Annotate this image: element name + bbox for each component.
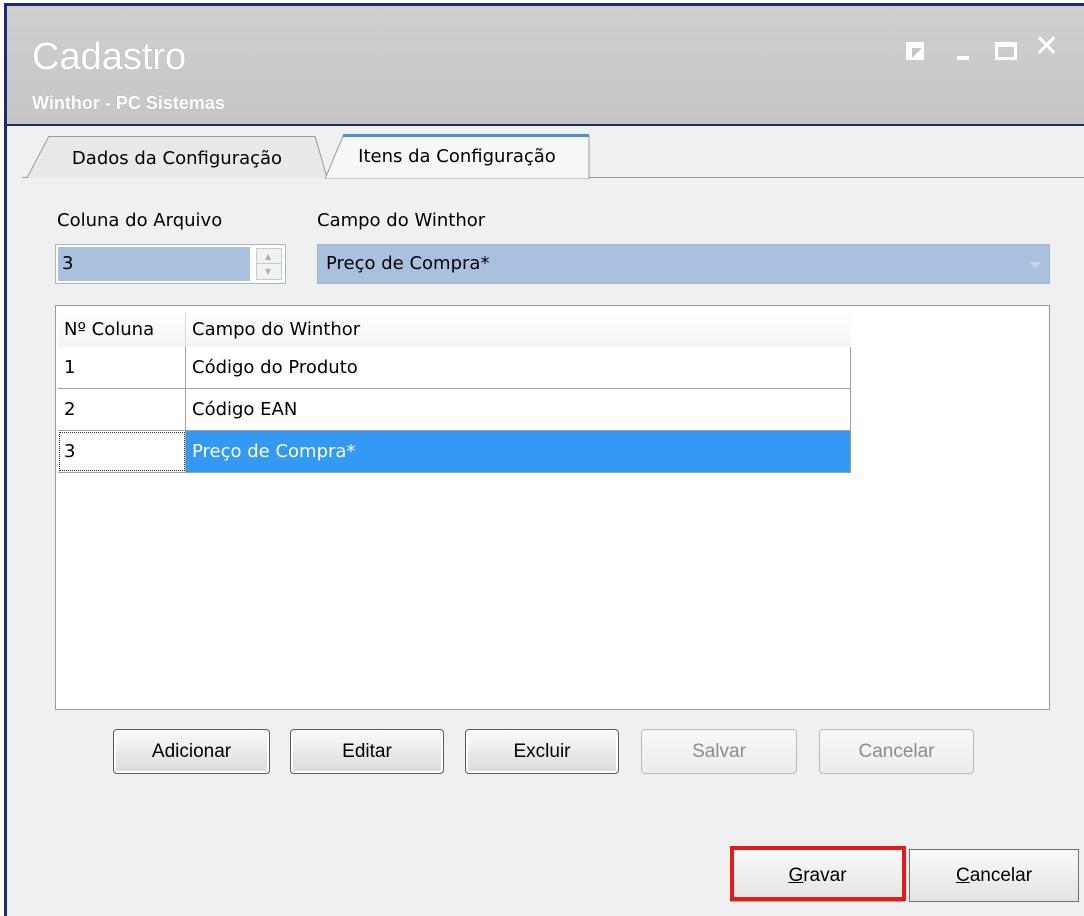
- coluna-do-arquivo-label: Coluna do Arquivo: [57, 210, 223, 231]
- dropdown-arrow-icon[interactable]: [1029, 262, 1041, 268]
- header-n-coluna[interactable]: Nº Coluna: [58, 312, 186, 347]
- cancelar-label-rest: ancelar: [969, 864, 1033, 886]
- minimize-icon[interactable]: [954, 36, 980, 62]
- window-title: Cadastro: [32, 36, 187, 78]
- adicionar-button[interactable]: Adicionar: [113, 729, 270, 774]
- cell-n-coluna[interactable]: 3: [58, 431, 186, 472]
- cancelar-accelerator: C: [955, 864, 970, 886]
- cell-n-coluna[interactable]: 1: [58, 347, 186, 388]
- excluir-button[interactable]: Excluir: [465, 729, 619, 774]
- campo-do-winthor-select[interactable]: Preço de Compra*: [317, 244, 1050, 284]
- tab-dados-da-configuracao[interactable]: Dados da Configuração: [27, 136, 327, 180]
- cancelar-button[interactable]: Cancelar: [909, 849, 1079, 902]
- tab-dados-label: Dados da Configuração: [71, 148, 283, 169]
- tab-itens-da-configuracao[interactable]: Itens da Configuração: [325, 134, 589, 178]
- title-bar[interactable]: Cadastro Winthor - PC Sistemas ✕: [7, 6, 1084, 126]
- itens-grid[interactable]: Nº Coluna Campo do Winthor 1 Código do P…: [55, 305, 1050, 710]
- help-icon[interactable]: [904, 36, 930, 62]
- gravar-accelerator: G: [788, 864, 804, 886]
- cell-campo[interactable]: Código do Produto: [186, 347, 851, 388]
- close-icon[interactable]: ✕: [1034, 32, 1060, 62]
- spin-down-button[interactable]: ▼: [257, 264, 281, 279]
- tab-strip: Dados da Configuração Itens da Configura…: [7, 126, 1084, 181]
- cell-n-coluna[interactable]: 2: [58, 389, 186, 430]
- spinner-buttons[interactable]: ▲ ▼: [256, 248, 282, 280]
- campo-do-winthor-label: Campo do Winthor: [317, 210, 486, 231]
- tab-itens-label: Itens da Configuração: [358, 145, 556, 167]
- campo-value: Preço de Compra*: [326, 253, 490, 274]
- cell-campo[interactable]: Preço de Compra*: [186, 431, 851, 472]
- chevron-up-icon: ▲: [265, 252, 272, 261]
- cell-campo[interactable]: Código EAN: [186, 389, 851, 430]
- chevron-down-icon: ▼: [265, 267, 272, 276]
- cancelar-item-button[interactable]: Cancelar: [819, 729, 974, 774]
- coluna-do-arquivo-spinner[interactable]: 3 ▲ ▼: [55, 244, 286, 284]
- coluna-value[interactable]: 3: [58, 247, 250, 281]
- table-row[interactable]: 2 Código EAN: [58, 389, 851, 431]
- salvar-button[interactable]: Salvar: [641, 729, 797, 774]
- maximize-icon[interactable]: [993, 36, 1019, 62]
- header-campo-do-winthor[interactable]: Campo do Winthor: [186, 312, 851, 347]
- window-subtitle: Winthor - PC Sistemas: [32, 93, 225, 113]
- gravar-label-rest: ravar: [803, 864, 847, 886]
- editar-button[interactable]: Editar: [290, 729, 444, 774]
- gravar-button[interactable]: Gravar: [730, 849, 905, 902]
- table-row-selected[interactable]: 3 Preço de Compra*: [58, 431, 851, 473]
- table-row[interactable]: 1 Código do Produto: [58, 347, 851, 389]
- grid-header: Nº Coluna Campo do Winthor: [58, 312, 851, 347]
- spin-up-button[interactable]: ▲: [257, 249, 281, 264]
